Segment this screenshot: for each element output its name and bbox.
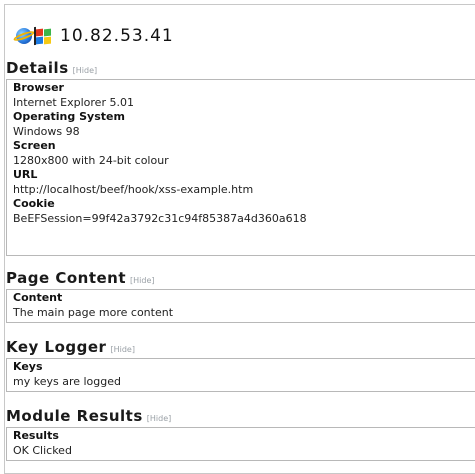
page-content-heading: Page Content [Hide] (6, 269, 155, 287)
module-results-heading: Module Results [Hide] (6, 407, 171, 425)
url-value: http://localhost/beef/hook/xss-example.h… (13, 182, 254, 196)
details-heading: Details [Hide] (6, 59, 97, 77)
screen-label: Screen (13, 139, 56, 152)
results-value: OK Clicked (13, 443, 72, 457)
content-value: The main page more content (13, 305, 174, 319)
results-label: Results (13, 429, 59, 442)
os-value: Windows 98 (13, 124, 80, 138)
zombie-header: 10.82.53.41 (16, 24, 174, 48)
details-box: Browser Internet Explorer 5.01 Operating… (6, 79, 475, 256)
keys-value: my keys are logged (13, 374, 121, 388)
details-title: Details (6, 59, 69, 77)
page-content-box: Content The main page more content (6, 289, 475, 323)
screen-value: 1280x800 with 24-bit colour (13, 153, 169, 167)
url-label: URL (13, 168, 38, 181)
keys-label: Keys (13, 360, 43, 373)
key-logger-box: Keys my keys are logged (6, 358, 475, 392)
browser-value: Internet Explorer 5.01 (13, 95, 134, 109)
cookie-value: BeEFSession=99f42a3792c31c94f85387a4d360… (13, 211, 307, 225)
zombie-ip: 10.82.53.41 (60, 26, 174, 46)
module-results-box: Results OK Clicked (6, 427, 475, 461)
windows-icon (34, 26, 52, 46)
key-logger-title: Key Logger (6, 338, 107, 356)
cookie-label: Cookie (13, 197, 55, 210)
key-logger-hide-link[interactable]: [Hide] (110, 345, 134, 354)
key-logger-heading: Key Logger [Hide] (6, 338, 135, 356)
page-content-title: Page Content (6, 269, 127, 287)
module-results-hide-link[interactable]: [Hide] (147, 414, 171, 423)
browser-label: Browser (13, 81, 64, 94)
page-content-hide-link[interactable]: [Hide] (130, 276, 154, 285)
content-label: Content (13, 291, 63, 304)
os-label: Operating System (13, 110, 125, 123)
module-results-title: Module Results (6, 407, 143, 425)
details-hide-link[interactable]: [Hide] (73, 66, 97, 75)
internet-explorer-icon (16, 28, 32, 44)
